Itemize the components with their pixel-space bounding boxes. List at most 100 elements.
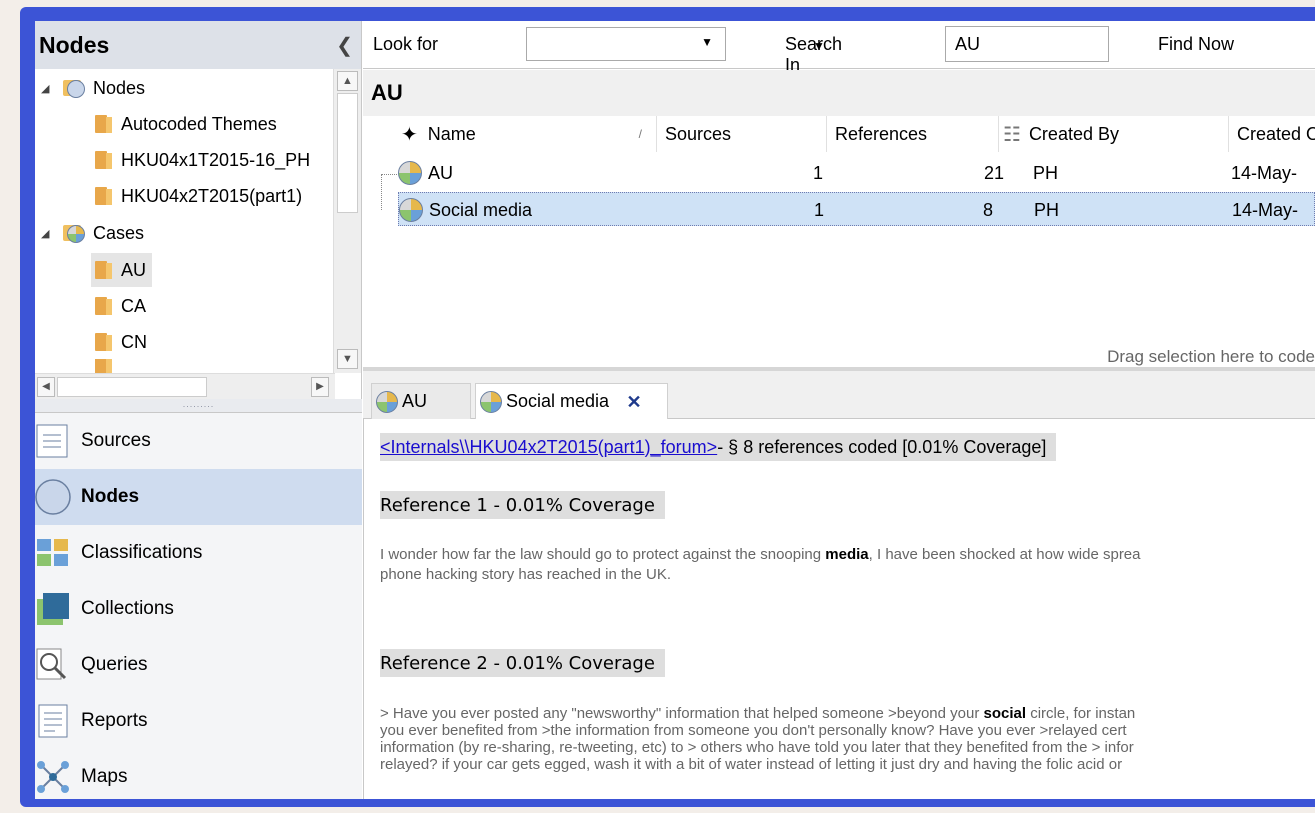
node-folder-icon — [63, 78, 85, 98]
text-line: information (by re-sharing, re-tweeting,… — [380, 739, 1134, 756]
tree-item-hku04x2t2015[interactable]: HKU04x2T2015(part1) — [95, 179, 302, 213]
text-run: I wonder how far the law should go to pr… — [380, 546, 826, 563]
cell-sources: 1 — [813, 162, 824, 183]
source-link[interactable]: <Internals\\HKU04x2T2015(part1)_forum> — [380, 437, 717, 458]
cell-sources: 1 — [814, 199, 825, 220]
look-for-label: Look for — [373, 34, 439, 54]
sort-icon: / — [638, 127, 642, 141]
nav-queries[interactable]: Queries — [35, 637, 362, 693]
tree-item-autocoded-themes[interactable]: Autocoded Themes — [95, 107, 277, 141]
scroll-down-icon[interactable]: ▼ — [337, 349, 358, 369]
tab-au[interactable]: AU — [371, 383, 471, 419]
tree-item-nodes[interactable]: ◢ Nodes — [41, 71, 145, 105]
column-references[interactable]: References — [827, 116, 999, 152]
tree-item-ca[interactable]: CA — [95, 289, 146, 323]
reference-2-text: > Have you ever posted any "newsworthy" … — [380, 705, 1315, 773]
tree-item-au[interactable]: AU — [91, 253, 153, 287]
search-in-field[interactable]: AU — [945, 26, 1109, 62]
tree-item-label: AU — [121, 259, 147, 280]
cell-created-by: PH — [1033, 162, 1059, 183]
find-now-button[interactable]: Find Now — [1158, 34, 1234, 55]
nodes-pane-header: Nodes ❮ — [35, 21, 361, 69]
tab-label: AU — [402, 391, 428, 411]
tab-social-media[interactable]: Social media ✕ — [475, 383, 668, 419]
nav-reports[interactable]: Reports — [35, 693, 362, 749]
node-icon — [480, 390, 502, 413]
row-node-icon — [399, 193, 427, 227]
folder-icon — [95, 115, 112, 133]
reference-view: <Internals\\HKU04x2T2015(part1)_forum> -… — [363, 419, 1315, 799]
coverage-summary: - § 8 references coded [0.01% Coverage] — [717, 436, 1047, 457]
look-for-combo[interactable]: ▼ — [526, 27, 726, 61]
nav-sources[interactable]: Sources — [35, 413, 362, 469]
scroll-thumb[interactable] — [57, 377, 207, 397]
folder-icon — [95, 333, 112, 351]
nvivo-window: Nodes ❮ ◢ Nodes Autocoded Themes HKU04x1… — [35, 21, 1315, 799]
column-label: Sources — [665, 123, 732, 144]
text-line: relayed? if your car gets egged, wash it… — [380, 756, 1123, 773]
highlighted-term: media — [825, 546, 869, 563]
tree-item-hku04x1t2015[interactable]: HKU04x1T2015-16_PH — [95, 143, 310, 177]
text-line: phone hacking story has reached in the U… — [380, 566, 672, 583]
nav-classifications[interactable]: Classifications — [35, 525, 362, 581]
queries-icon — [35, 647, 71, 683]
navigation-pane: Nodes ❮ ◢ Nodes Autocoded Themes HKU04x1… — [35, 21, 362, 799]
text-run: > Have you ever posted any "newsworthy" … — [380, 705, 984, 722]
drag-hint: Drag selection here to code — [1107, 347, 1315, 366]
tree-horizontal-scrollbar[interactable]: ◀ ▶ — [35, 373, 335, 399]
table-row[interactable]: Social media 1 8 PH 14-May- — [398, 192, 1315, 226]
pane-splitter-grip[interactable]: ......... — [35, 399, 362, 413]
folder-icon — [95, 151, 112, 169]
tree-item-cn[interactable]: CN — [95, 325, 147, 359]
nav-label: Reports — [81, 710, 148, 731]
text-line: you ever benefited from >the information… — [380, 722, 1127, 739]
node-tree: ◢ Nodes Autocoded Themes HKU04x1T2015-16… — [35, 69, 362, 373]
column-sources[interactable]: Sources — [657, 116, 827, 152]
tree-item-label: CA — [121, 295, 147, 316]
cell-name: AU — [428, 162, 454, 183]
column-label: Created By — [1028, 123, 1119, 144]
tree-item-label: CN — [121, 331, 147, 352]
nav-label: Classifications — [81, 542, 203, 563]
find-bar: Look for ▼ Search In ▼ AU Find Now — [363, 21, 1315, 75]
nav-nodes[interactable]: Nodes — [35, 469, 362, 525]
row-node-icon — [398, 156, 426, 190]
scroll-up-icon[interactable]: ▲ — [337, 71, 358, 91]
tree-item-label: HKU04x2T2015(part1) — [121, 185, 303, 206]
nav-collections[interactable]: Collections — [35, 581, 362, 637]
cell-created-by: PH — [1034, 199, 1060, 220]
column-label: Name — [427, 123, 476, 144]
cell-created-on: 14-May- — [1232, 199, 1299, 220]
sources-icon — [35, 423, 71, 459]
scroll-left-icon[interactable]: ◀ — [37, 377, 55, 397]
nav-label: Sources — [81, 430, 151, 451]
column-name[interactable]: ✦ Name / — [399, 116, 657, 152]
detail-tabs: AU Social media ✕ — [363, 371, 1315, 419]
tree-item-cases[interactable]: ◢ Cases — [41, 216, 144, 250]
tree-item-label: Nodes — [93, 77, 146, 98]
collapse-pane-icon[interactable]: ❮ — [336, 33, 353, 58]
tree-connector — [381, 174, 397, 210]
close-icon[interactable]: ✕ — [623, 391, 645, 413]
search-in-dropdown[interactable]: Search In ▼ — [785, 34, 842, 75]
table-row[interactable]: AU 1 21 PH 14-May- — [398, 156, 1315, 190]
nodes-icon — [35, 479, 71, 515]
pin-icon: ✦ — [401, 123, 418, 146]
expand-triangle-icon[interactable]: ◢ — [41, 82, 49, 95]
tree-item-partial[interactable] — [95, 359, 121, 373]
column-label: References — [835, 123, 928, 144]
tab-label: Social media — [506, 391, 610, 411]
column-label: Created O — [1237, 123, 1315, 144]
column-created-by[interactable]: ☷ Created By — [999, 116, 1229, 152]
tree-vertical-scrollbar[interactable]: ▲ ▼ — [333, 69, 361, 373]
detail-area: Look for ▼ Search In ▼ AU Find Now AU ✦ N… — [363, 21, 1315, 799]
expand-triangle-icon[interactable]: ◢ — [41, 227, 49, 240]
nav-label: Queries — [81, 654, 148, 675]
nav-maps[interactable]: Maps — [35, 749, 362, 799]
scroll-right-icon[interactable]: ▶ — [311, 377, 329, 397]
folder-icon — [95, 297, 112, 315]
nav-label: Maps — [81, 766, 128, 787]
column-created-on[interactable]: Created O — [1229, 116, 1315, 152]
scroll-thumb[interactable] — [337, 93, 358, 213]
list-heading: AU — [363, 70, 1315, 116]
